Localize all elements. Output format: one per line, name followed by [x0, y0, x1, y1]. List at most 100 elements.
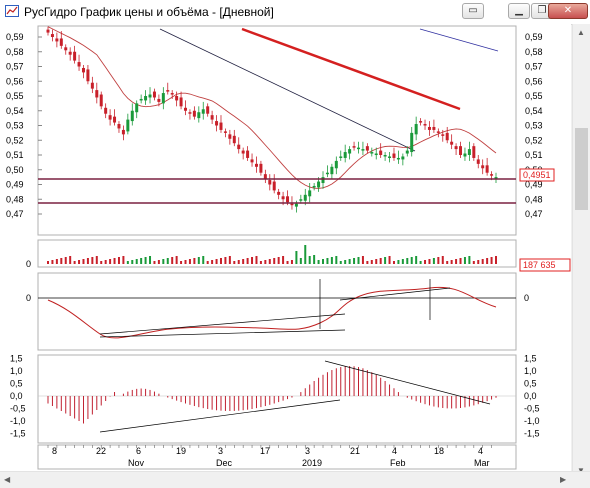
volume-bar [432, 258, 435, 264]
volume-bar [304, 245, 307, 264]
candle-body [485, 165, 489, 173]
chart-area: 0,59 0,58 0,57 0,56 0,55 0,54 0,53 0,52 0,51 0,50… [0, 24, 571, 487]
candle-body [312, 185, 316, 188]
candle-body [352, 146, 356, 148]
volume-bar [313, 255, 316, 264]
price-tick-right-5: 0,54 [525, 106, 543, 116]
price-tick-right-0: 0,59 [525, 32, 543, 42]
candle-body [259, 163, 263, 173]
macd-tick-left-4: -0,5 [10, 404, 26, 414]
volume-bar [113, 258, 116, 264]
candle-body [365, 146, 369, 151]
candle-body [348, 149, 352, 154]
volume-bar [486, 258, 489, 264]
candle-body [321, 177, 325, 184]
candle-body [232, 135, 236, 144]
price-tick-right-6: 0,53 [525, 121, 543, 131]
scroll-right-icon[interactable]: ▶ [560, 475, 566, 484]
x-label-day-4: 3 [218, 446, 223, 456]
volume-bar [410, 257, 413, 264]
x-label-day-8: 4 [392, 446, 397, 456]
close-button[interactable]: ✕ [548, 3, 588, 19]
candle-body [263, 174, 267, 179]
scroll-left-icon[interactable]: ◀ [4, 475, 10, 484]
volume-bar [463, 257, 466, 264]
candle-body [246, 150, 250, 158]
candle-body [272, 181, 276, 191]
vertical-scroll-thumb[interactable] [575, 128, 588, 210]
oscillator-panel [37, 272, 517, 351]
volume-bar [455, 259, 458, 264]
volume-bar [268, 259, 271, 264]
candle-body [303, 194, 307, 201]
macd-tick-left-0: 1,5 [10, 354, 23, 364]
candle-body [334, 160, 338, 169]
candle-body [121, 129, 125, 135]
candle-body [299, 199, 303, 201]
scroll-up-icon[interactable]: ▲ [577, 28, 585, 37]
volume-bar [251, 257, 254, 264]
macd-axis-right: 1,5 1,0 0,5 0,0 -0,5 -1,0 -1,5 [524, 354, 540, 439]
price-axis-left: 0,59 0,58 0,57 0,56 0,55 0,54 0,53 0,52 0,51 0,50… [6, 32, 24, 219]
candle-body [441, 134, 445, 136]
candle-body [490, 174, 494, 176]
volume-axis-zero: 0 [26, 259, 31, 269]
candle-body [374, 153, 378, 156]
date-axis-panel [37, 444, 517, 470]
price-axis-right: 0,590,580,570,560,550,540,530,520,510,50… [525, 32, 543, 219]
candle-body [144, 96, 148, 101]
x-label-day-0: 8 [52, 446, 57, 456]
x-label-day-3: 19 [176, 446, 186, 456]
x-label-month-mar: Mar [474, 458, 490, 468]
vertical-scrollbar[interactable]: ▲ ▼ [572, 24, 590, 484]
price-tick-left-5: 0,54 [6, 106, 24, 116]
inner-minimize-button[interactable]: ▭ [462, 3, 484, 19]
candle-body [241, 150, 245, 154]
volume-bar [149, 256, 152, 264]
candle-body [192, 110, 196, 117]
volume-bar [397, 260, 400, 264]
volume-bar [335, 256, 338, 264]
candle-body [290, 203, 294, 206]
volume-bar [78, 260, 81, 264]
macd-tick-right-1: 1,0 [524, 366, 537, 376]
candle-body [210, 115, 214, 120]
volume-bar [60, 258, 63, 264]
volume-bar [188, 259, 191, 264]
volume-bar [317, 260, 320, 264]
price-tick-left-1: 0,58 [6, 47, 24, 57]
volume-bar [437, 257, 440, 264]
minimize-button[interactable]: ▁ [508, 3, 530, 19]
price-tick-left-9: 0,50 [6, 165, 24, 175]
price-tick-left-2: 0,57 [6, 62, 24, 72]
volume-bar [82, 259, 85, 264]
price-tick-right-8: 0,51 [525, 150, 543, 160]
window-title: РусГидро График цены и объёма - [Дневной… [24, 5, 274, 19]
x-label-month-nov: Nov [128, 458, 145, 468]
candle-body [197, 112, 201, 119]
volume-bar [135, 259, 138, 264]
candle-body [286, 196, 290, 203]
macd-panel [37, 354, 517, 444]
candle-body [454, 146, 458, 150]
volume-bar [379, 258, 382, 264]
candle-body [308, 190, 312, 197]
volume-bar [353, 258, 356, 264]
volume-bar [171, 257, 174, 264]
candle-body [175, 96, 179, 101]
candle-body [370, 152, 374, 154]
volume-bar [237, 260, 240, 264]
candle-body [459, 146, 463, 155]
volume-bar [330, 257, 333, 264]
candle-body [472, 146, 476, 158]
volume-bar [370, 260, 373, 264]
candle-body [95, 90, 99, 98]
horizontal-scrollbar[interactable]: ◀ ▶ [0, 471, 590, 488]
candle-body [148, 94, 152, 98]
volume-bar [357, 257, 360, 264]
candle-body [396, 157, 400, 160]
volume-bar [348, 259, 351, 264]
volume-bar [255, 256, 258, 264]
candle-body [135, 103, 139, 113]
volume-bar [206, 261, 209, 264]
